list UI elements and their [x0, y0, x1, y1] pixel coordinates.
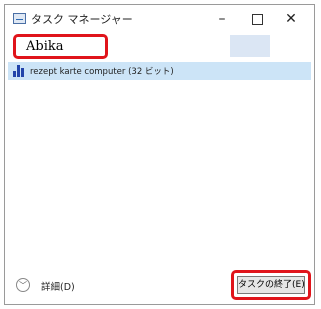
- task-manager-icon: [13, 13, 26, 24]
- chevron-down-icon: ﹀: [16, 278, 30, 292]
- process-name: rezept karte computer (32 ビット): [30, 67, 174, 77]
- minimize-button[interactable]: –: [208, 9, 236, 29]
- task-manager-window: タスク マネージャー – ✕ Abika rezept karte comput…: [4, 4, 315, 305]
- end-task-button[interactable]: タスクの終了(E): [237, 276, 305, 294]
- close-button[interactable]: ✕: [277, 9, 305, 29]
- footer: ﹀ 詳細(D) タスクの終了(E): [5, 265, 314, 305]
- search-area: Abika: [5, 33, 314, 59]
- maximize-button[interactable]: [243, 9, 271, 29]
- search-input[interactable]: Abika: [13, 34, 108, 59]
- maximize-icon: [251, 13, 263, 25]
- title-bar[interactable]: タスク マネージャー – ✕: [5, 5, 314, 33]
- column-highlight: [230, 35, 270, 57]
- window-title: タスク マネージャー: [31, 13, 133, 26]
- process-row[interactable]: rezept karte computer (32 ビット): [8, 62, 311, 80]
- app-bars-icon: [13, 65, 25, 77]
- details-label: 詳細(D): [41, 282, 75, 293]
